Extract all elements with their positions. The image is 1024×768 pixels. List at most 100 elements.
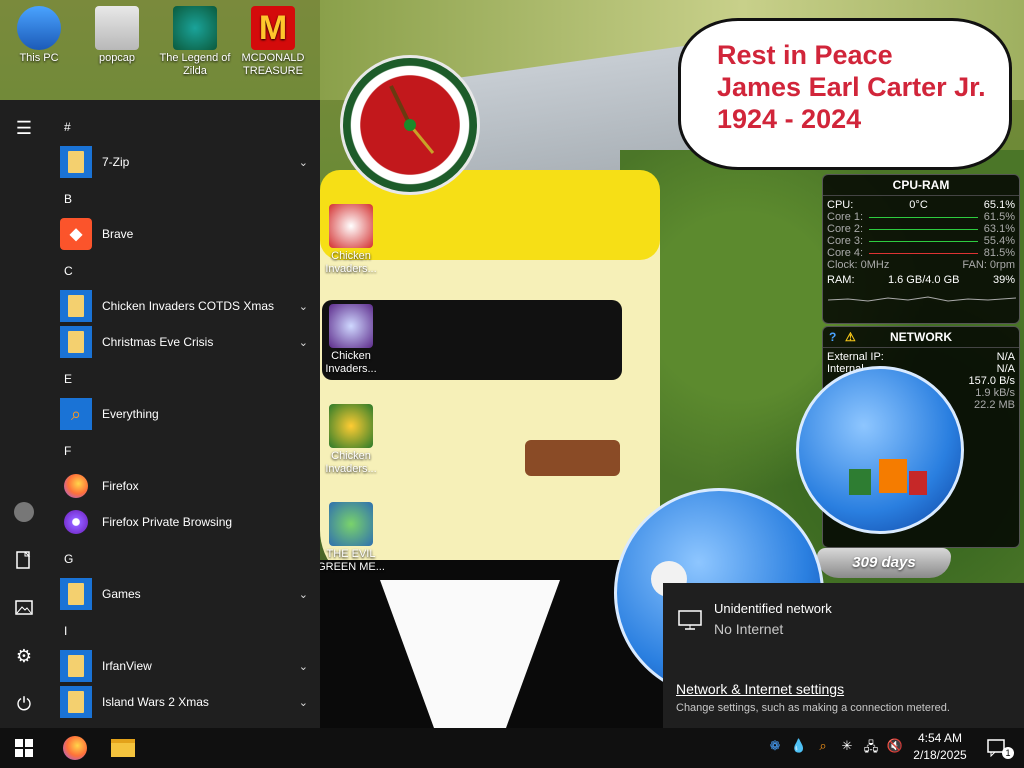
cpu-ram-gadget[interactable]: CPU-RAM CPU: 0°C 65.1% Core 1: 61.5% Cor… — [822, 174, 1020, 324]
section-header-c[interactable]: C — [64, 264, 73, 278]
popcap-icon — [95, 6, 139, 50]
globe-countdown: 309 days — [817, 548, 951, 578]
desktop-icon-label: popcap — [98, 52, 136, 64]
app-christmas-eve-crisis[interactable]: Christmas Eve Crisis ⌄ — [60, 324, 312, 360]
network-settings-description: Change settings, such as making a connec… — [676, 702, 950, 714]
documents-icon[interactable] — [0, 540, 48, 580]
desktop-icon-popcap[interactable]: popcap — [80, 2, 154, 65]
clock-gadget[interactable] — [340, 55, 480, 195]
app-brave[interactable]: ◆ Brave — [60, 216, 312, 252]
chevron-down-icon[interactable]: ⌄ — [299, 588, 308, 601]
user-avatar-icon[interactable] — [0, 492, 48, 532]
section-header-i[interactable]: I — [64, 624, 67, 638]
clock-hands-icon — [389, 85, 435, 154]
hamburger-menu-icon[interactable]: ☰ — [0, 108, 48, 148]
cpu-ram-title: CPU-RAM — [823, 175, 1019, 196]
help-icon[interactable]: ? — [829, 330, 836, 344]
chicken-icon — [329, 404, 373, 448]
tray-drop-icon[interactable]: 💧 — [790, 738, 808, 758]
core-label: Core 4: — [827, 247, 864, 259]
core-row-2: Core 2: 63.1% — [823, 223, 1019, 235]
desktop-icon-label: Chicken Invaders... — [325, 450, 377, 475]
desktop-icon-legend-of-zilda[interactable]: The Legend of Zilda — [158, 2, 232, 78]
section-header-hash[interactable]: # — [64, 120, 71, 134]
clock-time: 4:54 AM — [917, 731, 963, 745]
brave-icon: ◆ — [60, 218, 92, 250]
app-label: Chicken Invaders COTDS Xmas — [102, 299, 275, 313]
app-irfanview[interactable]: IrfanView ⌄ — [60, 648, 312, 684]
app-label: 7-Zip — [102, 155, 130, 169]
tray-app-icon[interactable]: ❁ — [766, 738, 784, 758]
ram-graph — [827, 296, 1017, 302]
desktop-icon-label: This PC — [19, 52, 59, 64]
power-icon[interactable]: ⏻ — [0, 684, 48, 724]
folder-icon — [60, 326, 92, 358]
action-center-button[interactable]: 1 — [976, 728, 1018, 768]
desktop-icon-evil-green-me[interactable]: THE EVIL GREEN ME... — [314, 498, 388, 574]
app-games[interactable]: Games ⌄ — [60, 576, 312, 612]
mcdonalds-icon: M — [251, 6, 295, 50]
network-name[interactable]: Unidentified network — [714, 601, 832, 616]
core-bar — [869, 217, 978, 218]
folder-icon — [60, 290, 92, 322]
settings-gear-icon[interactable]: ⚙ — [0, 636, 48, 676]
start-button[interactable] — [0, 728, 48, 768]
chevron-down-icon[interactable]: ⌄ — [299, 156, 308, 169]
core-value: 63.1% — [983, 223, 1015, 235]
ram-label: RAM: — [827, 274, 855, 286]
core-label: Core 2: — [827, 223, 864, 235]
snow-globe-gadget[interactable] — [796, 366, 964, 534]
chevron-down-icon[interactable]: ⌄ — [299, 696, 308, 709]
section-header-e[interactable]: E — [64, 372, 72, 386]
desktop-icon-label: Chicken Invaders... — [325, 350, 377, 375]
desktop-icon-chicken-invaders-3[interactable]: Chicken Invaders... — [314, 400, 388, 476]
notification-count-badge: 1 — [1002, 747, 1014, 759]
windows-logo-icon — [15, 739, 33, 757]
network-status: No Internet — [714, 621, 784, 637]
chicken-icon — [329, 204, 373, 248]
desktop-icon-chicken-invaders-1[interactable]: Chicken Invaders... — [314, 200, 388, 276]
fan-speed: FAN: 0rpm — [962, 259, 1015, 271]
start-app-list: # 7-Zip ⌄ B ◆ Brave C Chicken Invaders C… — [48, 100, 320, 728]
folder-icon — [60, 146, 92, 178]
app-firefox-private-browsing[interactable]: Firefox Private Browsing — [60, 504, 312, 540]
taskbar-firefox[interactable] — [52, 728, 98, 768]
section-header-f[interactable]: F — [64, 444, 71, 458]
presents-icon — [839, 449, 929, 499]
app-label: Games — [102, 587, 141, 601]
chevron-down-icon[interactable]: ⌄ — [299, 660, 308, 673]
desktop-icon-this-pc[interactable]: This PC — [2, 2, 76, 65]
network-title-text: NETWORK — [890, 330, 952, 344]
app-everything[interactable]: ⌕ Everything — [60, 396, 312, 432]
volume-muted-icon[interactable]: 🔇 — [886, 738, 904, 758]
taskbar-file-explorer[interactable] — [100, 728, 146, 768]
tray-snowflake-icon[interactable]: ✳ — [838, 738, 856, 758]
firefox-icon — [63, 736, 87, 760]
app-firefox[interactable]: Firefox — [60, 468, 312, 504]
section-header-b[interactable]: B — [64, 192, 72, 206]
core-bar — [869, 241, 978, 242]
section-header-g[interactable]: G — [64, 552, 73, 566]
network-settings-link[interactable]: Network & Internet settings — [676, 681, 844, 697]
desktop-icon-chicken-invaders-2[interactable]: Chicken Invaders... — [314, 300, 388, 376]
bubble-line-3: 1924 - 2024 — [717, 104, 862, 134]
desktop-icon-mcdonald-treasure[interactable]: M MCDONALD TREASURE — [236, 2, 310, 78]
core-row-1: Core 1: 61.5% — [823, 211, 1019, 223]
chevron-down-icon[interactable]: ⌄ — [299, 336, 308, 349]
folder-icon — [60, 650, 92, 682]
pictures-icon[interactable] — [0, 588, 48, 628]
core-label: Core 3: — [827, 235, 864, 247]
network-tray-icon[interactable]: 🖧 — [862, 738, 880, 758]
core-bar — [869, 253, 978, 254]
chevron-down-icon[interactable]: ⌄ — [299, 300, 308, 313]
taskbar-clock[interactable]: 4:54 AM 2/18/2025 — [908, 730, 972, 764]
taskbar: ❁ 💧 ⌕ ✳ 🖧 🔇 4:54 AM 2/18/2025 1 — [0, 728, 1024, 768]
people-icon — [329, 502, 373, 546]
external-ip-value: N/A — [996, 351, 1015, 363]
app-chicken-invaders-cotds-xmas[interactable]: Chicken Invaders COTDS Xmas ⌄ — [60, 288, 312, 324]
app-island-wars-2-xmas[interactable]: Island Wars 2 Xmas ⌄ — [60, 684, 312, 720]
app-7zip[interactable]: 7-Zip ⌄ — [60, 144, 312, 180]
tray-search-icon[interactable]: ⌕ — [814, 738, 832, 758]
monitor-icon — [17, 6, 61, 50]
warning-icon: ⚠ — [845, 330, 856, 344]
